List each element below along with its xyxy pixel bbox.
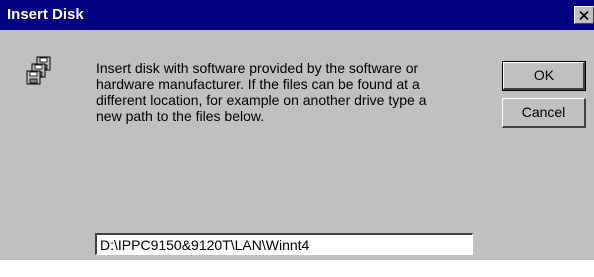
ok-button[interactable]: OK — [502, 61, 586, 91]
cancel-button[interactable]: Cancel — [502, 98, 586, 128]
message-line: hardware manufacturer. If the files can … — [96, 76, 420, 92]
ok-button-label: OK — [533, 67, 555, 83]
message-line: Insert disk with software provided by th… — [96, 60, 419, 76]
path-input[interactable] — [95, 233, 473, 255]
close-button[interactable] — [574, 6, 594, 24]
window-title: Insert Disk — [7, 6, 84, 23]
floppy-disks-icon — [26, 56, 51, 85]
instruction-message: Insert disk with software provided by th… — [96, 60, 486, 124]
title-bar[interactable]: Insert Disk — [0, 0, 594, 30]
message-line: different location, for example on anoth… — [96, 92, 427, 108]
message-line: new path to the files below. — [96, 108, 265, 124]
insert-disk-dialog: Insert Disk Insert disk with software pr… — [0, 0, 594, 260]
cancel-button-label: Cancel — [521, 104, 566, 120]
close-icon — [579, 10, 589, 20]
